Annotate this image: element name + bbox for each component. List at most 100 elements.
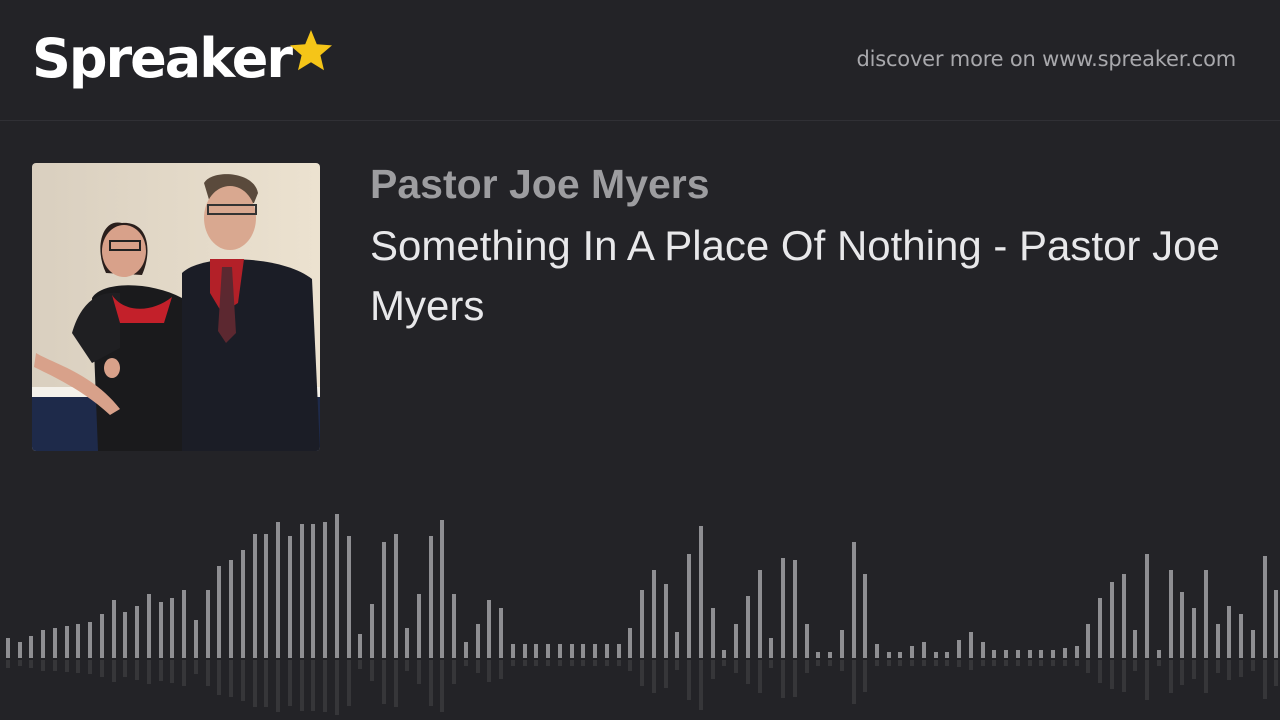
- waveform-bar: [440, 520, 444, 658]
- waveform-reflection: [863, 660, 867, 692]
- waveform-reflection: [581, 660, 585, 666]
- waveform-reflection: [1145, 660, 1149, 700]
- waveform-bar: [1028, 650, 1032, 658]
- waveform-bar: [605, 644, 609, 658]
- waveform-bar: [464, 642, 468, 658]
- waveform-reflection: [135, 660, 139, 680]
- waveform-bar: [264, 534, 268, 658]
- waveform-bar: [969, 632, 973, 658]
- waveform-bar: [863, 574, 867, 658]
- waveform-bar: [476, 624, 480, 658]
- waveform-reflection: [417, 660, 421, 684]
- waveform-bar: [1204, 570, 1208, 658]
- waveform-bar: [675, 632, 679, 658]
- waveform-reflection: [816, 660, 820, 666]
- waveform-reflection: [898, 660, 902, 666]
- waveform-reflection: [29, 660, 33, 668]
- waveform-bar: [769, 638, 773, 658]
- waveform-reflection: [1039, 660, 1043, 666]
- waveform-reflection: [253, 660, 257, 707]
- waveform-reflection: [206, 660, 210, 686]
- waveform-reflection: [992, 660, 996, 666]
- waveform-bar: [852, 542, 856, 658]
- waveform-bar: [1169, 570, 1173, 658]
- waveform-bar: [1098, 598, 1102, 658]
- waveform-bar: [100, 614, 104, 658]
- waveform-reflection: [182, 660, 186, 686]
- waveform-reflection: [1098, 660, 1102, 683]
- waveform-bar: [6, 638, 10, 658]
- waveform-reflection: [605, 660, 609, 666]
- waveform-bar: [147, 594, 151, 658]
- waveform-reflection: [41, 660, 45, 671]
- waveform-reflection: [934, 660, 938, 666]
- waveform-reflection: [53, 660, 57, 671]
- waveform-reflection: [394, 660, 398, 707]
- waveform-bar: [1192, 608, 1196, 658]
- waveform-bar: [887, 652, 891, 658]
- waveform-reflection: [170, 660, 174, 683]
- waveform-bar: [534, 644, 538, 658]
- waveform-reflection: [734, 660, 738, 673]
- waveform-reflection: [769, 660, 773, 668]
- discover-more-link[interactable]: discover more on www.spreaker.com: [856, 47, 1236, 71]
- waveform-bar: [523, 644, 527, 658]
- waveform-reflection: [746, 660, 750, 684]
- waveform-reflection: [1028, 660, 1032, 666]
- waveform-reflection: [1086, 660, 1090, 673]
- waveform-reflection: [1192, 660, 1196, 679]
- waveform-bar: [88, 622, 92, 658]
- waveform-reflection: [570, 660, 574, 666]
- waveform-bar: [922, 642, 926, 658]
- audio-waveform[interactable]: [0, 500, 1280, 720]
- waveform-reflection: [288, 660, 292, 706]
- waveform-bar: [229, 560, 233, 658]
- show-name[interactable]: Pastor Joe Myers: [370, 160, 710, 208]
- waveform-reflection: [452, 660, 456, 684]
- waveform-bar: [123, 612, 127, 658]
- episode-title[interactable]: Something In A Place Of Nothing - Pastor…: [370, 216, 1250, 336]
- waveform-bar: [112, 600, 116, 658]
- waveform-reflection: [276, 660, 280, 712]
- waveform-reflection: [617, 660, 621, 666]
- waveform-reflection: [499, 660, 503, 679]
- waveform-reflection: [957, 660, 961, 667]
- waveform-reflection: [335, 660, 339, 715]
- waveform-bar: [76, 624, 80, 658]
- waveform-reflection: [1016, 660, 1020, 666]
- waveform-reflection: [805, 660, 809, 673]
- waveform-bar: [546, 644, 550, 658]
- waveform-reflection: [147, 660, 151, 684]
- spreaker-logo[interactable]: Spreaker: [32, 26, 335, 92]
- waveform-bar: [628, 628, 632, 658]
- waveform-bar: [1180, 592, 1184, 658]
- waveform-reflection: [1110, 660, 1114, 689]
- waveform-reflection: [311, 660, 315, 711]
- waveform-bar: [311, 524, 315, 658]
- waveform-reflection: [945, 660, 949, 666]
- waveform-bar: [499, 608, 503, 658]
- waveform-bar: [53, 628, 57, 658]
- waveform-reflection: [65, 660, 69, 672]
- waveform-bar: [593, 644, 597, 658]
- waveform-bar: [781, 558, 785, 658]
- waveform-bar: [1039, 650, 1043, 658]
- waveform-reflection: [875, 660, 879, 666]
- waveform-reflection: [758, 660, 762, 693]
- waveform-bar: [805, 624, 809, 658]
- waveform-bar: [41, 630, 45, 658]
- waveform-bar: [652, 570, 656, 658]
- waveform-bar: [1251, 630, 1255, 658]
- waveform-reflection: [1180, 660, 1184, 685]
- waveform-bar: [1133, 630, 1137, 658]
- waveform-bar: [335, 514, 339, 658]
- waveform-reflection: [464, 660, 468, 666]
- waveform-bar: [358, 634, 362, 658]
- waveform-bar: [992, 650, 996, 658]
- waveform-bar: [1051, 650, 1055, 658]
- waveform-bar: [640, 590, 644, 658]
- waveform-reflection: [546, 660, 550, 666]
- waveform-reflection: [300, 660, 304, 711]
- waveform-reflection: [405, 660, 409, 671]
- waveform-bar: [1086, 624, 1090, 658]
